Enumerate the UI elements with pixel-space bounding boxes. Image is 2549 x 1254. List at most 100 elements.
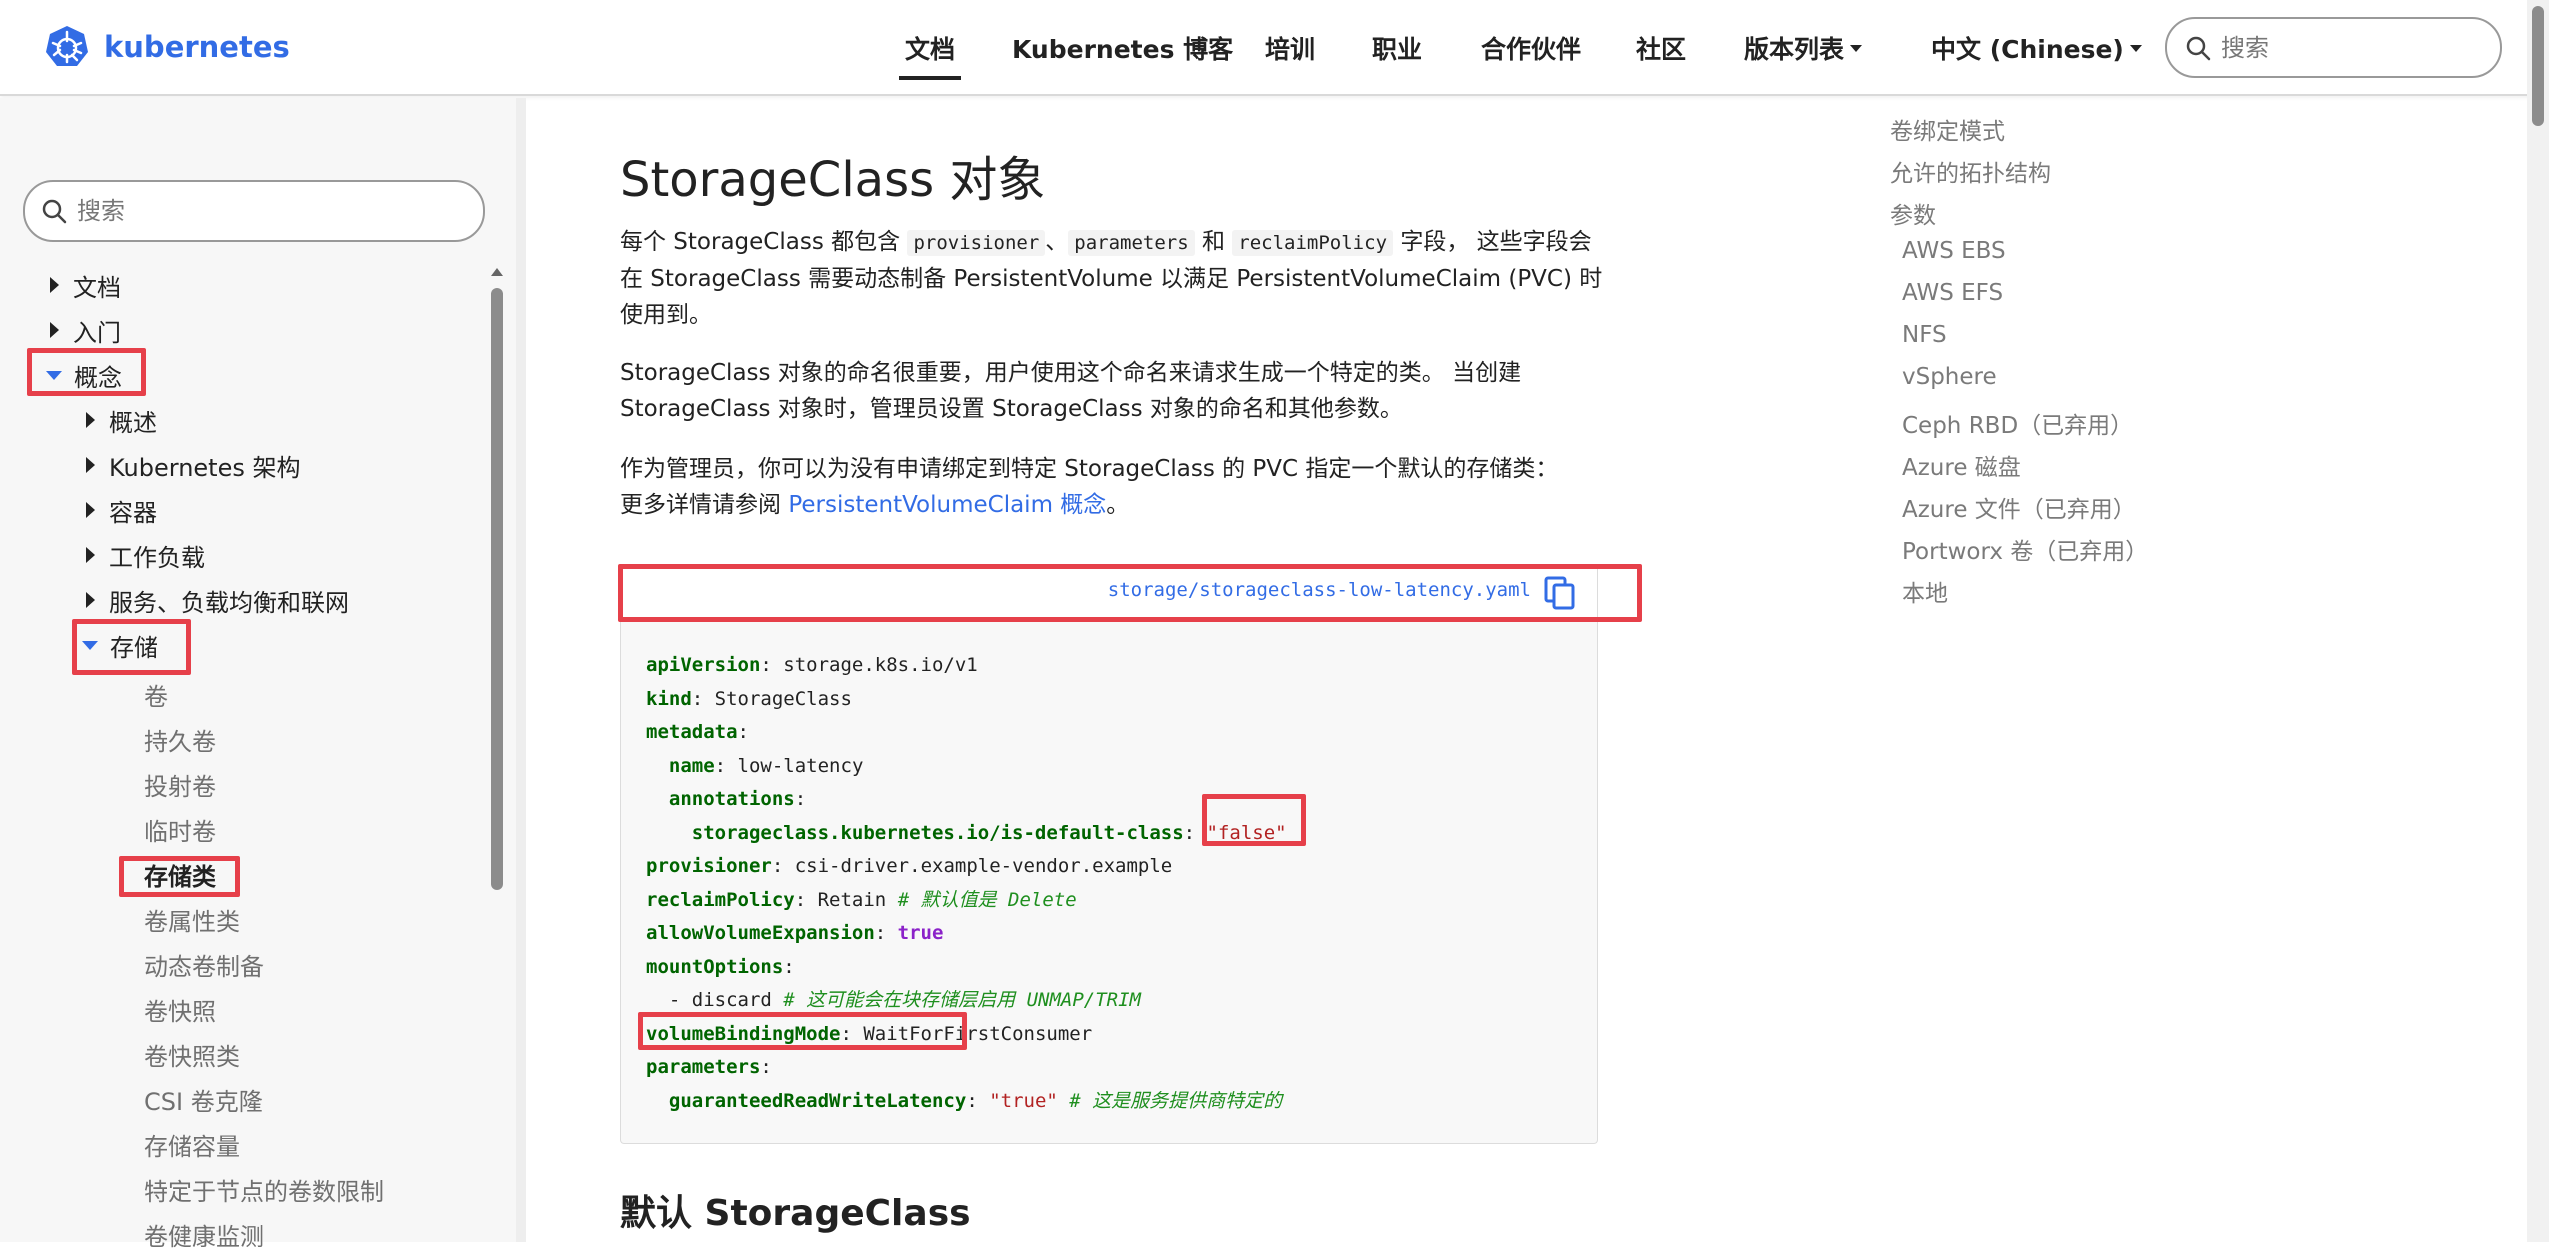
search-icon	[2186, 36, 2211, 60]
sidebar-item-label: 服务、负载均衡和联网	[109, 588, 349, 617]
sidebar-scroll-thumb[interactable]	[491, 288, 503, 890]
toc-item-aws-efs[interactable]: AWS EFS	[1902, 280, 2003, 306]
sidebar-item-label: 文档	[73, 273, 121, 302]
sidebar-item-architecture[interactable]: Kubernetes 架构	[86, 445, 300, 485]
toc-item-aws-ebs[interactable]: AWS EBS	[1902, 238, 2006, 264]
page-scrollbar[interactable]	[2527, 0, 2549, 1242]
chevron-down-icon	[1850, 44, 1863, 52]
paragraph-naming: StorageClass 对象的命名很重要，用户使用这个命名来请求生成一个特定的…	[620, 360, 1522, 422]
header-search-box[interactable]	[2165, 17, 2502, 78]
nav-careers[interactable]: 职业	[1372, 0, 1422, 96]
sidebar-search-box[interactable]	[23, 180, 485, 242]
sidebar-item-storage-classes[interactable]: 存储类	[144, 854, 216, 894]
nav-versions-label: 版本列表	[1744, 35, 1845, 64]
sidebar-item-containers[interactable]: 容器	[86, 490, 157, 530]
sidebar-item-ephemeral-volumes[interactable]: 临时卷	[144, 809, 216, 849]
sidebar-item-label: 容器	[109, 498, 157, 527]
nav-language-label: 中文 (Chinese)	[1931, 35, 2124, 64]
caret-right-icon	[86, 412, 95, 428]
toc-item-volume-binding-mode[interactable]: 卷绑定模式	[1890, 112, 2005, 146]
code-line: kind: StorageClass	[646, 687, 852, 710]
inline-code-parameters: parameters	[1068, 230, 1195, 256]
code-line: provisioner: csi-driver.example-vendor.e…	[646, 855, 1173, 877]
toc-item-ceph-rbd[interactable]: Ceph RBD（已弃用）	[1902, 406, 2133, 440]
sidebar-item-volume-snapshots[interactable]: 卷快照	[144, 989, 216, 1029]
sidebar-item-docs[interactable]: 文档	[50, 265, 121, 305]
sidebar-item-projected-volumes[interactable]: 投射卷	[144, 764, 216, 804]
sidebar-item-node-volume-limits[interactable]: 特定于节点的卷数限制	[144, 1169, 384, 1209]
caret-right-icon	[86, 457, 95, 473]
sidebar-item-concepts[interactable]: 概念	[46, 355, 122, 395]
sidebar-item-dynamic-provisioning[interactable]: 动态卷制备	[144, 944, 264, 984]
toc-item-portworx[interactable]: Portworx 卷（已弃用）	[1902, 532, 2148, 566]
sidebar-item-volume-attributes-classes[interactable]: 卷属性类	[144, 899, 240, 939]
page-scroll-thumb[interactable]	[2532, 6, 2544, 126]
toc-item-allowed-topologies[interactable]: 允许的拓扑结构	[1890, 154, 2051, 188]
copy-icon[interactable]	[1543, 575, 1577, 611]
search-icon	[42, 199, 67, 224]
sidebar-item-csi-volume-cloning[interactable]: CSI 卷克隆	[144, 1079, 263, 1119]
code-line: volumeBindingMode: WaitForFirstConsumer	[646, 1022, 1093, 1045]
logo-text: kubernetes	[104, 30, 290, 64]
scroll-up-arrow-icon[interactable]	[491, 268, 503, 276]
code-line: name: low-latency	[668, 754, 864, 777]
sidebar-item-getting-started[interactable]: 入门	[50, 310, 121, 350]
sidebar-scrollbar[interactable]	[490, 268, 504, 1242]
code-line: storageclass.kubernetes.io/is-default-cl…	[691, 821, 1287, 844]
sidebar-item-volume-snapshot-classes[interactable]: 卷快照类	[144, 1034, 240, 1074]
yaml-code-block: storage/storageclass-low-latency.yaml ap…	[620, 564, 1598, 1144]
sidebar-item-label: Kubernetes 架构	[109, 453, 301, 482]
docs-sidebar: 文档 入门 概念 概述 Kubernetes 架构 容器 工作负载 服务、负载均…	[0, 98, 526, 1251]
main-content: StorageClass 对象 每个 StorageClass 都包含 prov…	[526, 98, 1826, 1242]
kubernetes-logo[interactable]: kubernetes	[44, 24, 290, 70]
caret-right-icon	[86, 592, 95, 608]
sidebar-search-input[interactable]	[77, 197, 317, 225]
sidebar-item-label: 存储	[110, 633, 158, 662]
sidebar-item-networking[interactable]: 服务、负载均衡和联网	[86, 580, 349, 620]
toc-item-azure-file[interactable]: Azure 文件（已弃用）	[1902, 490, 2136, 524]
toc-item-azure-disk[interactable]: Azure 磁盘	[1902, 448, 2021, 482]
inline-code-provisioner: provisioner	[907, 230, 1046, 256]
sidebar-divider	[516, 98, 526, 1242]
code-line: metadata:	[646, 721, 749, 743]
sidebar-item-persistent-volumes[interactable]: 持久卷	[144, 719, 216, 759]
nav-docs[interactable]: 文档	[898, 0, 962, 96]
section-heading-default-storageclass: 默认 StorageClass	[620, 1193, 971, 1234]
pvc-concept-link[interactable]: PersistentVolumeClaim 概念	[788, 492, 1106, 518]
top-navbar: kubernetes 文档 Kubernetes 博客 培训 职业 合作伙伴 社…	[0, 0, 2549, 96]
code-line: - discard # 这可能会在块存储层启用 UNMAP/TRIM	[668, 989, 1141, 1011]
sidebar-item-volume-health-monitoring[interactable]: 卷健康监测	[144, 1214, 264, 1254]
code-line: parameters:	[646, 1056, 772, 1078]
caret-right-icon	[86, 502, 95, 518]
sidebar-item-storage-capacity[interactable]: 存储容量	[144, 1124, 240, 1164]
toc-item-vsphere[interactable]: vSphere	[1902, 364, 1997, 390]
code-block-header: storage/storageclass-low-latency.yaml	[621, 565, 1597, 621]
nav-language-dropdown[interactable]: 中文 (Chinese)	[1931, 0, 2142, 96]
sidebar-item-volumes[interactable]: 卷	[144, 674, 168, 714]
paragraph-intro: 每个 StorageClass 都包含 provisioner、 paramete…	[620, 229, 1603, 328]
nav-versions-dropdown[interactable]: 版本列表	[1744, 0, 1863, 96]
nav-partners[interactable]: 合作伙伴	[1481, 0, 1581, 96]
sidebar-item-label: 概述	[109, 408, 157, 437]
toc-item-parameters[interactable]: 参数	[1890, 196, 1936, 230]
code-line: annotations:	[668, 788, 807, 810]
sidebar-item-label: 概念	[74, 363, 122, 392]
toc-item-local[interactable]: 本地	[1902, 574, 1948, 608]
sidebar-item-workloads[interactable]: 工作负载	[86, 535, 205, 575]
sidebar-item-storage[interactable]: 存储	[82, 625, 158, 665]
inline-code-reclaim-policy: reclaimPolicy	[1232, 230, 1394, 256]
header-search-input[interactable]	[2221, 33, 2461, 62]
caret-right-icon	[50, 277, 59, 293]
toc-item-nfs[interactable]: NFS	[1902, 322, 1947, 348]
caret-right-icon	[50, 322, 59, 338]
caret-down-icon	[46, 370, 62, 380]
code-line: apiVersion: storage.k8s.io/v1	[646, 654, 978, 676]
sidebar-item-overview[interactable]: 概述	[86, 400, 157, 440]
page-title: StorageClass 对象	[620, 152, 1046, 208]
nav-training[interactable]: 培训	[1265, 0, 1315, 96]
nav-blog[interactable]: Kubernetes 博客	[1012, 0, 1233, 96]
code-line: reclaimPolicy: Retain # 默认值是 Delete	[646, 888, 1077, 911]
yaml-file-link[interactable]: storage/storageclass-low-latency.yaml	[1108, 579, 1531, 601]
caret-down-icon	[82, 640, 98, 650]
nav-community[interactable]: 社区	[1636, 0, 1686, 96]
